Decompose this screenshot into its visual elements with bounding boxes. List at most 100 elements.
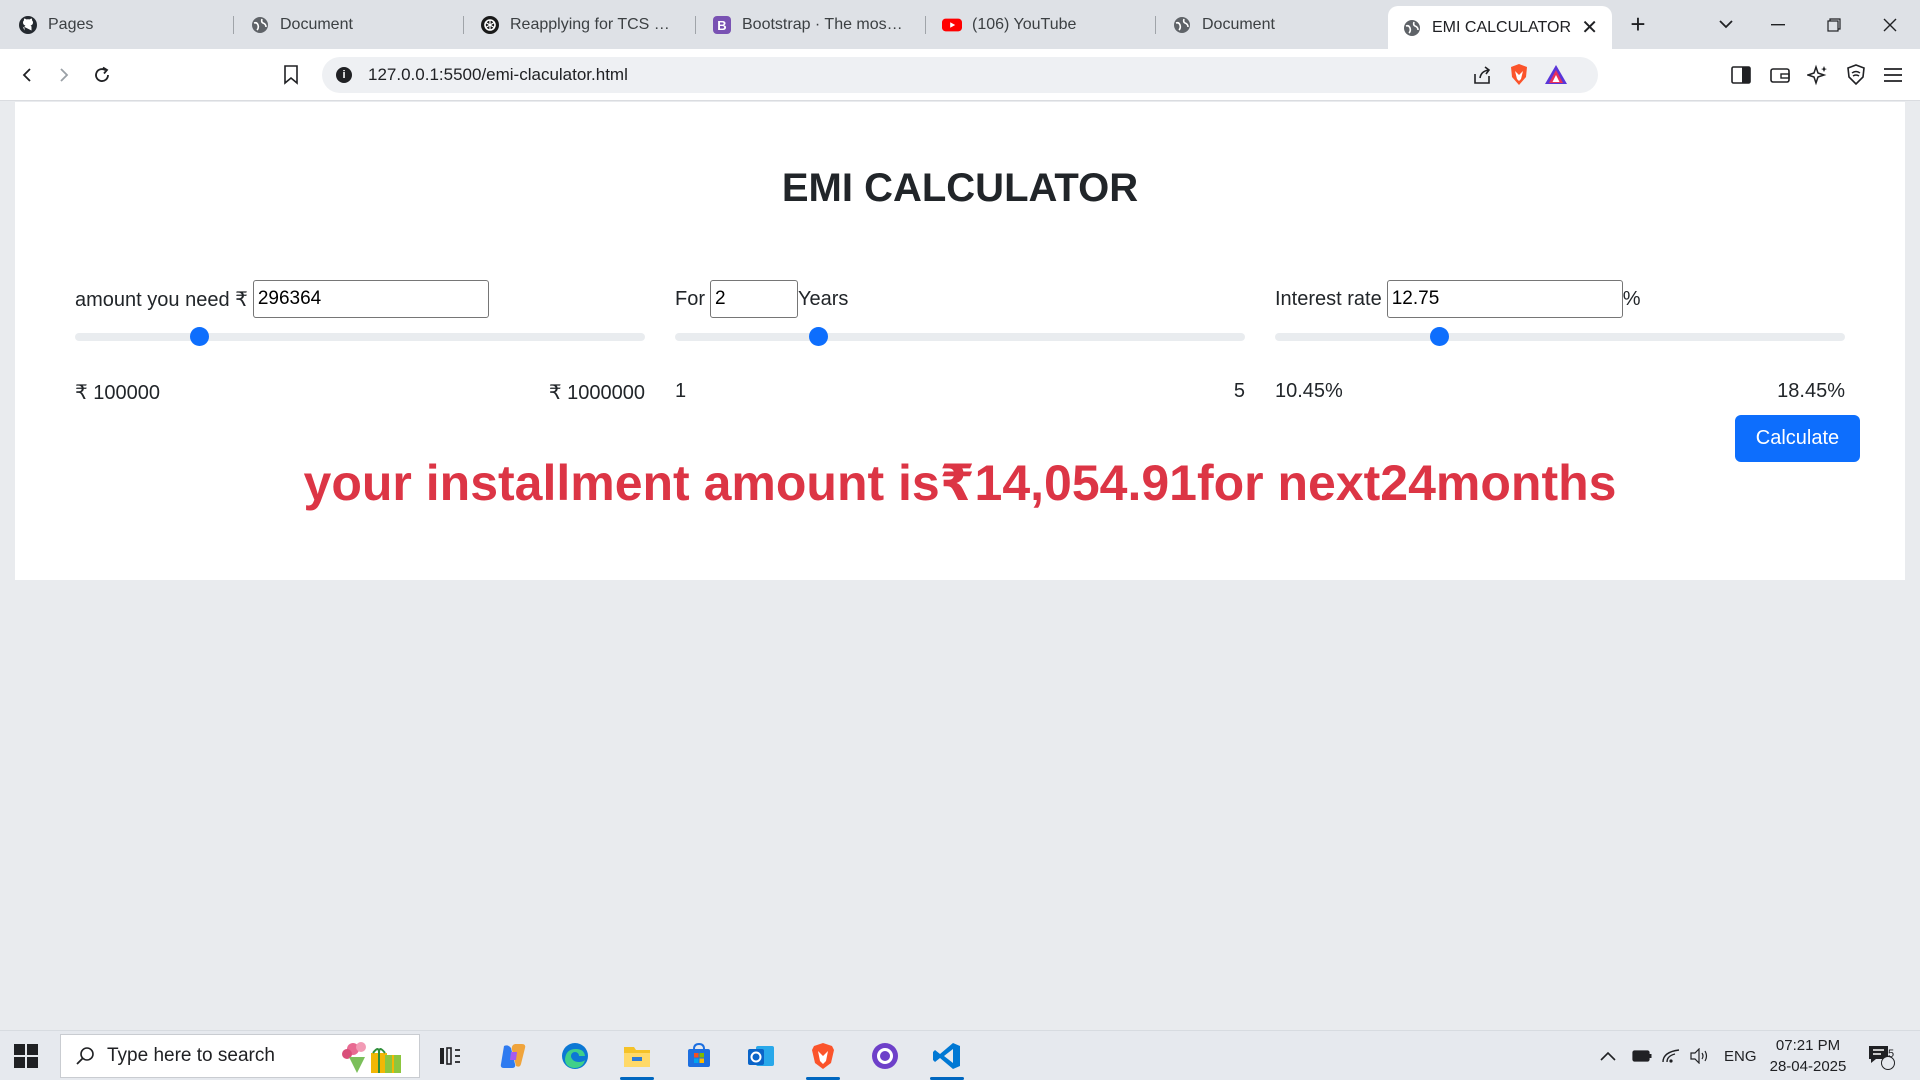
address-bar[interactable]: i 127.0.0.1:5500/emi-claculator.html [322, 57, 1598, 93]
restore-window-icon[interactable] [1806, 0, 1862, 49]
new-tab-icon[interactable]: + [1610, 0, 1666, 49]
brave-rewards-icon[interactable] [1544, 64, 1568, 91]
volume-icon[interactable] [1689, 1031, 1709, 1080]
tenure-control-group: For Years 1 5 [675, 280, 1245, 402]
tab-label: Bootstrap · The most pop [742, 15, 906, 33]
slider-track [1275, 333, 1845, 341]
tab-label: Document [280, 15, 353, 33]
tab-label: Pages [48, 15, 94, 33]
reload-icon[interactable] [88, 61, 116, 89]
amount-label: amount you need ₹ [75, 288, 248, 311]
tenure-label: For [675, 287, 705, 310]
page-content: EMI CALCULATOR amount you need ₹ ₹ 10000… [15, 102, 1905, 580]
tab-document-1[interactable]: Document [236, 6, 458, 43]
slider-thumb[interactable] [808, 327, 828, 346]
tab-bootstrap[interactable]: B Bootstrap · The most pop [698, 6, 920, 43]
browser-toolbar: i 127.0.0.1:5500/emi-claculator.html [0, 49, 1920, 101]
slider-thumb[interactable] [1429, 327, 1449, 346]
amount-slider[interactable] [75, 327, 645, 346]
youtube-icon [942, 15, 962, 35]
vscode-icon[interactable] [922, 1036, 972, 1080]
interest-label: Interest rate [1275, 287, 1382, 310]
svg-text:B: B [717, 18, 726, 33]
tab-label: EMI CALCULATOR [1432, 18, 1571, 36]
tab-separator [233, 16, 234, 34]
wallet-icon[interactable] [1766, 61, 1794, 89]
gift-flowers-icon [339, 1039, 405, 1080]
chatgpt-icon [480, 15, 500, 35]
notifications-icon[interactable]: 5 [1866, 1031, 1896, 1080]
tab-separator [695, 16, 696, 34]
taskbar-search-box[interactable]: Type here to search [60, 1034, 420, 1078]
tab-separator [463, 16, 464, 34]
battery-icon[interactable] [1632, 1031, 1652, 1080]
system-clock[interactable]: 07:21 PM 28-04-2025 [1758, 1035, 1858, 1077]
slider-track [675, 333, 1245, 341]
search-placeholder: Type here to search [107, 1045, 275, 1066]
tab-pages[interactable]: Pages [4, 6, 226, 43]
globe-icon [250, 15, 270, 35]
interest-control-group: Interest rate % 10.45% 18.45% [1275, 280, 1845, 402]
show-hidden-icons-chevron[interactable] [1600, 1031, 1616, 1080]
wifi-icon[interactable] [1661, 1031, 1681, 1080]
vpn-shield-icon[interactable] [1842, 61, 1870, 89]
github-desktop-icon[interactable] [860, 1036, 910, 1076]
tab-label: Document [1202, 15, 1275, 33]
slider-thumb[interactable] [190, 327, 210, 346]
outlook-icon[interactable] [736, 1036, 786, 1076]
tab-youtube[interactable]: (106) YouTube [928, 6, 1150, 43]
brave-browser-icon[interactable] [798, 1036, 848, 1080]
copilot-icon[interactable] [488, 1036, 538, 1076]
leo-ai-icon[interactable] [1804, 61, 1832, 89]
amount-input[interactable] [252, 280, 489, 318]
microsoft-store-icon[interactable] [674, 1036, 724, 1076]
globe-icon [1172, 15, 1192, 35]
tenure-max-label: 5 [1233, 380, 1245, 402]
sidebar-toggle-icon[interactable] [1727, 61, 1755, 89]
page-title: EMI CALCULATOR [781, 166, 1139, 210]
brave-shields-icon[interactable] [1508, 63, 1530, 92]
language-indicator[interactable]: ENG [1724, 1031, 1757, 1080]
tenure-slider[interactable] [675, 327, 1245, 346]
minimize-window-icon[interactable] [1750, 0, 1806, 49]
interest-slider[interactable] [1275, 327, 1845, 346]
notification-count: 5 [1887, 1048, 1895, 1060]
clock-time: 07:21 PM [1775, 1037, 1841, 1054]
close-tab-icon[interactable]: ✕ [1581, 15, 1598, 40]
tab-separator [925, 16, 926, 34]
task-view-icon[interactable] [425, 1036, 475, 1076]
site-info-icon[interactable]: i [336, 67, 352, 83]
tab-separator [1155, 16, 1156, 34]
clock-date: 28-04-2025 [1769, 1058, 1847, 1075]
close-window-icon[interactable] [1862, 0, 1918, 49]
share-icon[interactable] [1471, 64, 1493, 91]
windows-start-icon[interactable] [14, 1044, 38, 1068]
search-icon [75, 1046, 95, 1066]
github-icon [18, 15, 38, 35]
slider-track [75, 333, 645, 341]
edge-icon[interactable] [550, 1036, 600, 1076]
amount-control-group: amount you need ₹ ₹ 100000 ₹ 1000000 [75, 280, 645, 404]
tenure-row: For Years [675, 280, 848, 318]
amount-min-label: ₹ 100000 [75, 382, 161, 404]
interest-min-label: 10.45% [1275, 380, 1343, 402]
interest-row: Interest rate % [1275, 280, 1641, 318]
installment-result: your installment amount is₹14,054.91for … [303, 455, 1617, 511]
tab-emi-calculator[interactable]: EMI CALCULATOR ✕ [1388, 6, 1612, 49]
back-arrow-icon[interactable] [13, 61, 41, 89]
interest-suffix: % [1622, 287, 1641, 310]
amount-max-label: ₹ 1000000 [548, 382, 645, 404]
interest-input[interactable] [1386, 280, 1623, 318]
tenure-input[interactable] [710, 280, 798, 318]
file-explorer-icon[interactable] [612, 1036, 662, 1080]
tab-search-chevron-icon[interactable] [1698, 0, 1754, 49]
windows-taskbar: Type here to search ENG 07:21 PM 28-04-2… [0, 1030, 1920, 1080]
forward-arrow-icon[interactable] [50, 61, 78, 89]
tab-document-2[interactable]: Document [1158, 6, 1380, 43]
url-text: 127.0.0.1:5500/emi-claculator.html [368, 65, 628, 84]
bookmark-icon[interactable] [277, 61, 305, 89]
menu-icon[interactable] [1879, 61, 1907, 89]
tenure-min-label: 1 [675, 380, 687, 402]
browser-tab-strip: Pages Document Reapplying for TCS Ignite… [0, 0, 1920, 49]
tab-chatgpt[interactable]: Reapplying for TCS Ignite [466, 6, 688, 43]
